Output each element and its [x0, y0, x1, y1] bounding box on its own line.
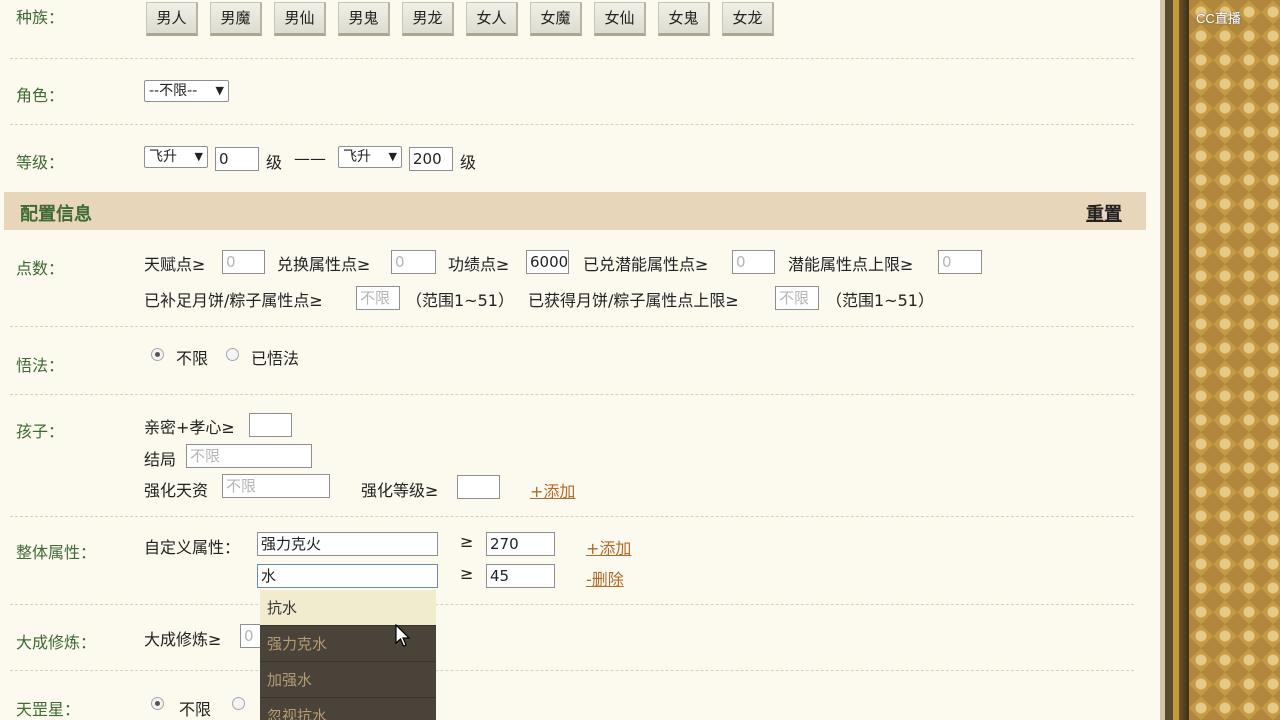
- gte-symbol: ≥: [460, 532, 474, 551]
- mouse-cursor-icon: [395, 624, 411, 647]
- child-ending-input[interactable]: 不限: [186, 444, 312, 468]
- divider: [10, 516, 1134, 517]
- race-option-male-immortal[interactable]: 男仙: [274, 2, 326, 36]
- star-any-label: 不限: [179, 700, 212, 719]
- divider: [10, 604, 1134, 605]
- dropdown-arrow-icon: ▼: [194, 150, 203, 163]
- level-label: 等级：: [16, 153, 65, 172]
- divider: [10, 394, 1134, 395]
- child-level-label: 强化等级≥: [361, 481, 439, 500]
- level-from-input[interactable]: 0: [215, 147, 259, 171]
- talent-points-input[interactable]: 0: [222, 250, 265, 274]
- custom-attr-name-input-2[interactable]: 水: [257, 564, 438, 588]
- enlightenment-done-radio[interactable]: [226, 348, 239, 361]
- race-options: 男人 男魔 男仙 男鬼 男龙 女人 女魔 女仙 女鬼 女龙: [146, 2, 786, 38]
- border-strip: [1165, 0, 1173, 720]
- attr-autocomplete-dropdown: 抗水 强力克水 加强水 忽视抗水: [260, 590, 436, 720]
- reset-link[interactable]: 重置: [1086, 200, 1122, 226]
- potential-points-label: 已兑潜能属性点≥: [583, 255, 709, 274]
- potential-cap-input[interactable]: 0: [938, 250, 982, 274]
- divider: [10, 326, 1134, 327]
- talent-points-label: 天赋点≥: [144, 255, 206, 274]
- divider: [10, 58, 1134, 59]
- race-option-female-human[interactable]: 女人: [466, 2, 518, 36]
- star-other-radio[interactable]: [232, 697, 245, 710]
- race-option-female-ghost[interactable]: 女鬼: [658, 2, 710, 36]
- enlightenment-any-radio[interactable]: [151, 348, 164, 361]
- custom-attr-value-input-2[interactable]: 45: [486, 564, 555, 588]
- race-label: 种族：: [16, 8, 65, 27]
- child-intimacy-label: 亲密+孝心≥: [144, 418, 235, 437]
- points-label: 点数：: [16, 259, 65, 278]
- autocomplete-option[interactable]: 忽视抗水: [260, 698, 436, 720]
- cultivation-label: 大成修炼：: [16, 633, 97, 652]
- race-option-female-demon[interactable]: 女魔: [530, 2, 582, 36]
- main-panel: 种族： 男人 男魔 男仙 男鬼 男龙 女人 女魔 女仙 女鬼 女龙 角色： --…: [0, 0, 1160, 720]
- child-level-input[interactable]: [457, 475, 500, 499]
- overall-attr-label: 整体属性：: [16, 543, 97, 562]
- attr-remove-link[interactable]: -删除: [586, 566, 624, 590]
- autocomplete-option[interactable]: 抗水: [260, 590, 436, 626]
- merit-points-input[interactable]: 6000: [526, 250, 569, 274]
- race-option-female-dragon[interactable]: 女龙: [722, 2, 774, 36]
- config-section-header: 配置信息 重置: [4, 192, 1146, 230]
- decorative-border-pane: CC直播: [1160, 0, 1280, 720]
- race-option-male-dragon[interactable]: 男龙: [402, 2, 454, 36]
- cultivation-gte-label: 大成修炼≥: [144, 630, 222, 649]
- divider: [10, 670, 1134, 671]
- mooncake-cap-input[interactable]: 不限: [775, 286, 819, 310]
- mooncake-points-input[interactable]: 不限: [356, 286, 400, 310]
- custom-attr-label: 自定义属性：: [144, 538, 241, 557]
- enlightenment-label: 悟法：: [16, 356, 65, 375]
- potential-cap-label: 潜能属性点上限≥: [788, 255, 914, 274]
- child-label: 孩子：: [16, 422, 65, 441]
- gte-symbol: ≥: [460, 564, 474, 583]
- role-select[interactable]: --不限-- ▼: [144, 80, 229, 102]
- child-talent-input[interactable]: 不限: [222, 474, 330, 498]
- attr-add-link[interactable]: +添加: [586, 535, 631, 559]
- dropdown-arrow-icon: ▼: [388, 150, 397, 163]
- level-unit-label: 级: [266, 153, 283, 172]
- race-option-male-human[interactable]: 男人: [146, 2, 198, 36]
- level-unit-label: 级: [460, 153, 477, 172]
- potential-points-input[interactable]: 0: [732, 250, 775, 274]
- divider: [10, 124, 1134, 125]
- ornament-pattern: [1189, 0, 1280, 720]
- config-section-title: 配置信息: [20, 204, 92, 225]
- mooncake-range-hint: （范围1~51）: [406, 291, 514, 310]
- mooncake-cap-range-hint: （范围1~51）: [826, 291, 934, 310]
- race-option-male-ghost[interactable]: 男鬼: [338, 2, 390, 36]
- level-from-type-value: 飞升: [149, 149, 177, 165]
- autocomplete-option[interactable]: 加强水: [260, 662, 436, 698]
- role-select-value: --不限--: [149, 83, 198, 99]
- exchange-points-input[interactable]: 0: [391, 250, 436, 274]
- level-to-type-select[interactable]: 飞升 ▼: [338, 146, 402, 168]
- race-option-male-demon[interactable]: 男魔: [210, 2, 262, 36]
- role-label: 角色：: [16, 86, 65, 105]
- child-ending-label: 结局: [144, 450, 177, 469]
- border-strip: [1179, 0, 1189, 720]
- child-intimacy-input[interactable]: [249, 413, 292, 437]
- child-talent-label: 强化天资: [144, 481, 209, 500]
- level-to-type-value: 飞升: [343, 149, 371, 165]
- child-add-link[interactable]: +添加: [530, 478, 575, 502]
- stream-logo: CC直播: [1196, 11, 1241, 26]
- dropdown-arrow-icon: ▼: [215, 84, 224, 97]
- mooncake-points-label: 已补足月饼/粽子属性点≥: [144, 291, 323, 310]
- race-option-female-immortal[interactable]: 女仙: [594, 2, 646, 36]
- merit-points-label: 功绩点≥: [448, 255, 510, 274]
- custom-attr-name-input-1[interactable]: 强力克火: [257, 532, 438, 556]
- enlightenment-any-label: 不限: [176, 349, 209, 368]
- enlightenment-done-label: 已悟法: [251, 349, 300, 368]
- mooncake-cap-label: 已获得月饼/粽子属性点上限≥: [528, 291, 739, 310]
- custom-attr-value-input-1[interactable]: 270: [486, 532, 555, 556]
- star-label: 天罡星：: [16, 700, 81, 719]
- level-range-dash: ——: [294, 149, 326, 168]
- level-from-type-select[interactable]: 飞升 ▼: [144, 146, 208, 168]
- star-any-radio[interactable]: [151, 697, 164, 710]
- level-to-input[interactable]: 200: [409, 147, 453, 171]
- exchange-points-label: 兑换属性点≥: [277, 255, 371, 274]
